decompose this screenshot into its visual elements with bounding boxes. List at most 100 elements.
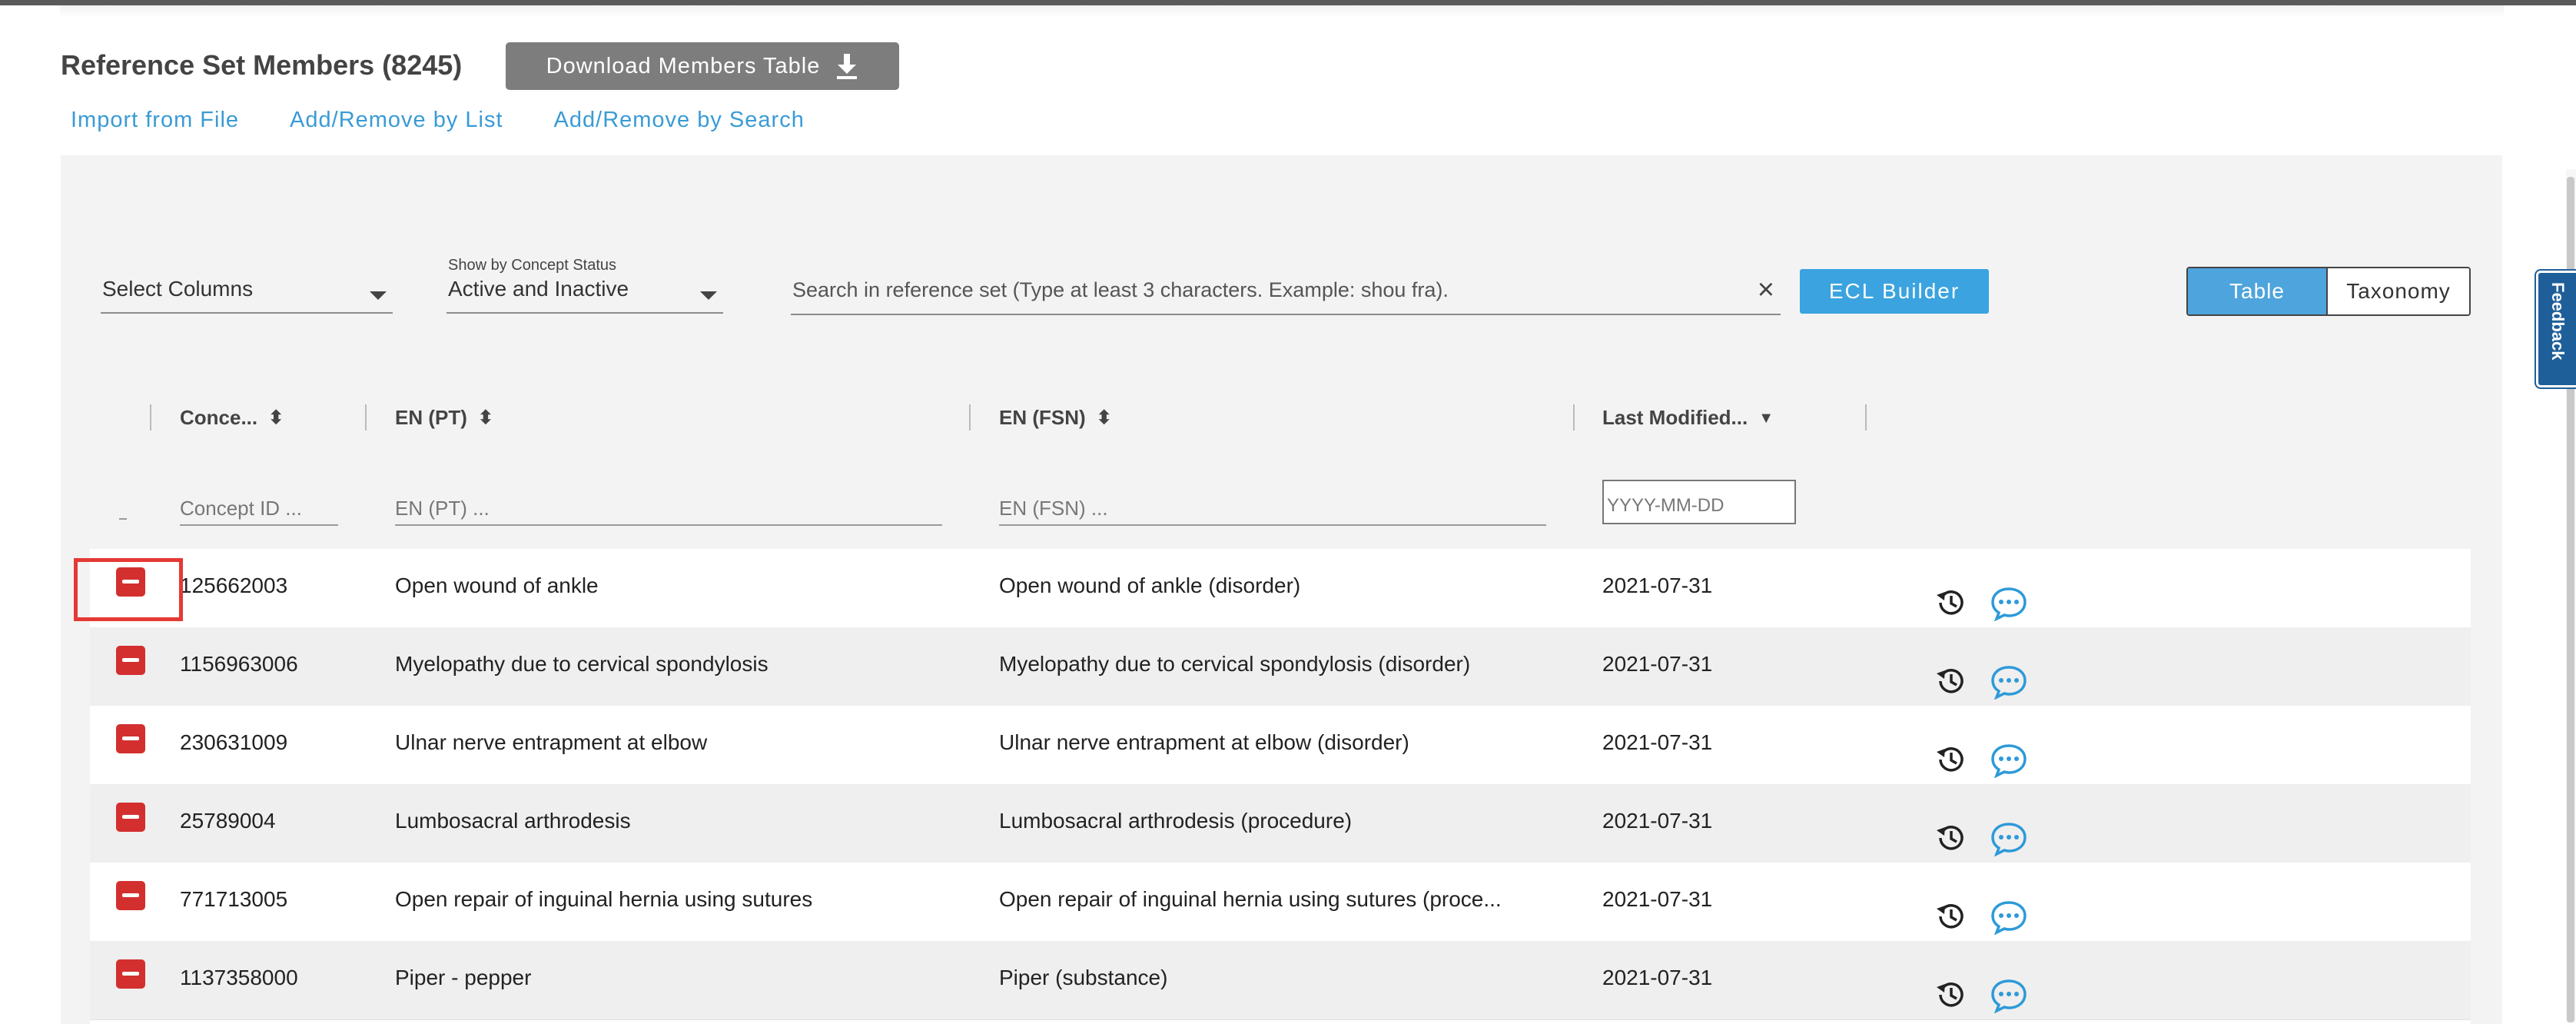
- table-row[interactable]: 1156963006 Myelopathy due to cervical sp…: [90, 627, 2471, 706]
- select-columns-dropdown[interactable]: Select Columns: [101, 277, 393, 314]
- concept-id-cell: 125662003: [180, 574, 288, 597]
- column-separator: [969, 404, 971, 431]
- comment-icon[interactable]: [1990, 664, 2028, 700]
- comment-icon[interactable]: [1990, 821, 2028, 856]
- column-header-fsn-label: EN (FSN): [999, 406, 1086, 429]
- view-toggle: Table Taxonomy: [2186, 267, 2471, 316]
- members-table: Conce... ⬍ EN (PT) ⬍ EN (FSN) ⬍ Last Mod…: [90, 380, 2471, 1024]
- table-row[interactable]: 771713005 Open repair of inguinal hernia…: [90, 863, 2471, 942]
- ecl-builder-button[interactable]: ECL Builder: [1800, 269, 1989, 314]
- history-icon[interactable]: [1934, 978, 1968, 1012]
- select-all-dash[interactable]: [119, 518, 127, 520]
- concept-id-cell: 1137358000: [180, 966, 298, 989]
- column-separator: [150, 404, 151, 431]
- pt-cell: Open wound of ankle: [395, 574, 599, 597]
- column-header-modified-label: Last Modified...: [1602, 406, 1748, 429]
- fsn-cell: Myelopathy due to cervical spondylosis (…: [999, 652, 1471, 676]
- comment-icon[interactable]: [1990, 978, 2028, 1013]
- top-shadow: [60, 5, 2504, 18]
- column-separator: [1865, 404, 1867, 431]
- fsn-filter-placeholder: EN (FSN) ...: [999, 497, 1108, 520]
- feedback-tab[interactable]: Feedback: [2536, 271, 2576, 387]
- remove-icon[interactable]: [116, 959, 145, 989]
- concept-status-label: Show by Concept Status: [448, 257, 617, 274]
- fsn-cell: Lumbosacral arthrodesis (procedure): [999, 809, 1353, 833]
- chevron-down-icon: [370, 291, 387, 300]
- import-from-file-link[interactable]: Import from File: [71, 108, 239, 133]
- fsn-cell: Open repair of inguinal hernia using sut…: [999, 887, 1502, 911]
- download-icon: [837, 54, 858, 79]
- add-remove-by-list-link[interactable]: Add/Remove by List: [290, 108, 503, 133]
- fsn-cell: Open wound of ankle (disorder): [999, 574, 1301, 597]
- date-cell: 2021-07-31: [1602, 574, 1713, 597]
- column-separator: [1573, 404, 1575, 431]
- table-row[interactable]: 25789004 Lumbosacral arthrodesis Lumbosa…: [90, 784, 2471, 863]
- page-title: Reference Set Members (8245): [61, 49, 463, 81]
- concept-id-filter[interactable]: Concept ID ...: [180, 494, 338, 526]
- comment-icon[interactable]: [1990, 586, 2028, 621]
- concept-status-value: Active and Inactive: [448, 277, 629, 301]
- pt-cell: Lumbosacral arthrodesis: [395, 809, 631, 833]
- action-links: Import from File Add/Remove by List Add/…: [71, 108, 805, 133]
- date-filter[interactable]: YYYY-MM-DD: [1602, 480, 1796, 524]
- sort-desc-icon[interactable]: ▼: [1758, 411, 1774, 426]
- remove-icon[interactable]: [116, 724, 145, 753]
- date-filter-placeholder: YYYY-MM-DD: [1607, 495, 1725, 516]
- select-columns-label: Select Columns: [102, 277, 254, 301]
- highlight-box: [74, 558, 183, 621]
- concept-id-cell: 25789004: [180, 809, 276, 833]
- history-icon[interactable]: [1934, 821, 1968, 855]
- fsn-filter[interactable]: EN (FSN) ...: [999, 494, 1546, 526]
- comment-icon[interactable]: [1990, 743, 2028, 778]
- table-view-button[interactable]: Table: [2188, 268, 2326, 314]
- table-row[interactable]: 230631009 Ulnar nerve entrapment at elbo…: [90, 706, 2471, 785]
- table-row[interactable]: 125662003 Open wound of ankle Open wound…: [90, 549, 2471, 628]
- remove-icon[interactable]: [116, 881, 145, 910]
- sort-icon[interactable]: ⬍: [268, 408, 284, 427]
- column-header-fsn[interactable]: EN (FSN) ⬍: [999, 406, 1112, 430]
- pt-cell: Ulnar nerve entrapment at elbow: [395, 730, 708, 754]
- download-label: Download Members Table: [546, 53, 821, 78]
- column-header-modified[interactable]: Last Modified... ▼: [1602, 406, 1774, 430]
- pt-cell: Piper - pepper: [395, 966, 532, 989]
- pt-cell: Open repair of inguinal hernia using sut…: [395, 887, 813, 911]
- remove-icon[interactable]: [116, 646, 145, 675]
- sort-icon[interactable]: ⬍: [478, 408, 493, 427]
- add-remove-by-search-link[interactable]: Add/Remove by Search: [554, 108, 805, 133]
- pt-filter-placeholder: EN (PT) ...: [395, 497, 490, 520]
- table-row[interactable]: 1137358000 Piper - pepper Piper (substan…: [90, 941, 2471, 1020]
- history-icon[interactable]: [1934, 664, 1968, 698]
- column-separator: [365, 404, 367, 431]
- comment-icon[interactable]: [1990, 899, 2028, 935]
- concept-status-dropdown[interactable]: Show by Concept Status Active and Inacti…: [446, 257, 723, 314]
- chevron-down-icon: [700, 291, 717, 300]
- fsn-cell: Ulnar nerve entrapment at elbow (disorde…: [999, 730, 1409, 754]
- top-border: [0, 0, 2576, 5]
- column-header-pt-label: EN (PT): [395, 406, 467, 429]
- concept-id-filter-placeholder: Concept ID ...: [180, 497, 302, 520]
- table-header: Conce... ⬍ EN (PT) ⬍ EN (FSN) ⬍ Last Mod…: [90, 380, 2471, 457]
- close-icon[interactable]: ×: [1758, 274, 1774, 307]
- concept-id-cell: 771713005: [180, 887, 288, 911]
- download-members-button[interactable]: Download Members Table: [506, 42, 899, 90]
- date-cell: 2021-07-31: [1602, 887, 1713, 911]
- date-cell: 2021-07-31: [1602, 809, 1713, 833]
- search-input[interactable]: Search in reference set (Type at least 3…: [791, 271, 1781, 315]
- concept-id-cell: 1156963006: [180, 652, 298, 676]
- taxonomy-view-button[interactable]: Taxonomy: [2326, 268, 2469, 314]
- column-header-pt[interactable]: EN (PT) ⬍: [395, 406, 493, 430]
- date-cell: 2021-07-31: [1602, 730, 1713, 754]
- search-placeholder: Search in reference set (Type at least 3…: [792, 278, 1449, 301]
- feedback-label: Feedback: [2548, 282, 2568, 361]
- history-icon[interactable]: [1934, 586, 1968, 620]
- history-icon[interactable]: [1934, 899, 1968, 933]
- date-cell: 2021-07-31: [1602, 966, 1713, 989]
- history-icon[interactable]: [1934, 743, 1968, 776]
- column-header-concept-label: Conce...: [180, 406, 258, 429]
- sort-icon[interactable]: ⬍: [1097, 408, 1112, 427]
- column-header-concept[interactable]: Conce... ⬍: [180, 406, 284, 430]
- remove-icon[interactable]: [116, 803, 145, 832]
- filter-row: Concept ID ... EN (PT) ... EN (FSN) ...: [90, 457, 2471, 549]
- pt-filter[interactable]: EN (PT) ...: [395, 494, 942, 526]
- pt-cell: Myelopathy due to cervical spondylosis: [395, 652, 768, 676]
